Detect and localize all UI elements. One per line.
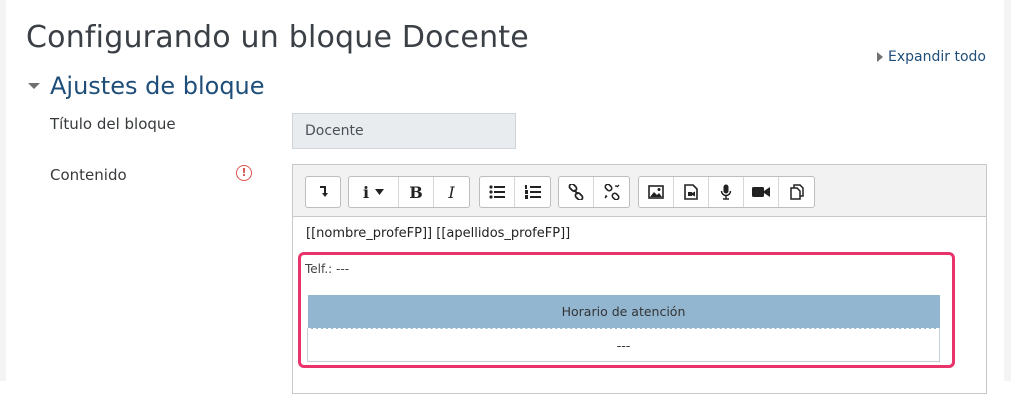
style-icon: i (362, 182, 370, 202)
bold-button[interactable]: B (399, 177, 434, 207)
toolbar-group-links (558, 176, 630, 208)
table-header-row: Horario de atención (307, 295, 940, 329)
block-title-label: Título del bloque (50, 115, 176, 133)
editor-content-area[interactable]: [[nombre_profeFP]] [[apellidos_profeFP]]… (293, 217, 986, 393)
toolbar-group-media (638, 176, 815, 208)
ordered-list-icon (524, 185, 541, 199)
placeholder-names-text: [[nombre_profeFP]] [[apellidos_profeFP]] (306, 226, 571, 241)
unordered-list-button[interactable] (480, 177, 515, 207)
editor-toolbar: i B I (293, 165, 986, 217)
record-video-button[interactable] (744, 177, 779, 207)
manage-files-icon (789, 184, 804, 200)
section-toggle-block-settings[interactable]: Ajustes de bloque (28, 72, 265, 100)
style-button[interactable]: i (349, 177, 399, 207)
caret-down-icon (28, 83, 40, 89)
left-page-edge (0, 0, 6, 381)
italic-button[interactable]: I (434, 177, 469, 207)
page-title: Configurando un bloque Docente (26, 20, 529, 56)
expand-all-label: Expandir todo (888, 49, 986, 65)
office-hours-table: Horario de atención --- (307, 295, 940, 362)
record-audio-button[interactable] (709, 177, 744, 207)
table-cell: --- (307, 328, 940, 362)
table-row: --- (307, 328, 940, 362)
record-video-icon (752, 187, 770, 197)
media-icon (684, 184, 698, 200)
unlink-button[interactable] (594, 177, 629, 207)
phone-text: Telf.: --- (305, 262, 350, 276)
required-icon: ! (236, 165, 252, 181)
toolbar-group-lists (479, 176, 551, 208)
ordered-list-button[interactable] (515, 177, 550, 207)
record-audio-icon (720, 184, 732, 200)
toolbar-group-collapse (305, 176, 341, 208)
section-title: Ajustes de bloque (50, 72, 265, 100)
chevron-down-icon (375, 189, 385, 195)
caret-right-icon (877, 52, 884, 62)
unlink-icon (603, 184, 620, 200)
table-header: Horario de atención (307, 295, 940, 329)
toolbar-group-style: i B I (348, 176, 470, 208)
manage-files-button[interactable] (779, 177, 814, 207)
content-label: Contenido (50, 166, 127, 184)
image-button[interactable] (639, 177, 674, 207)
image-icon (648, 185, 664, 199)
media-button[interactable] (674, 177, 709, 207)
block-title-input[interactable] (292, 113, 516, 149)
expand-all-link[interactable]: Expandir todo (877, 49, 986, 65)
content-editor: i B I [[nombre_profeFP]] [[apellidos_pro… (292, 164, 987, 394)
collapse-icon (320, 186, 328, 197)
collapse-button[interactable] (306, 177, 340, 207)
link-button[interactable] (559, 177, 594, 207)
right-page-edge (1004, 0, 1011, 381)
unordered-list-icon (489, 185, 505, 199)
link-icon (568, 184, 584, 200)
